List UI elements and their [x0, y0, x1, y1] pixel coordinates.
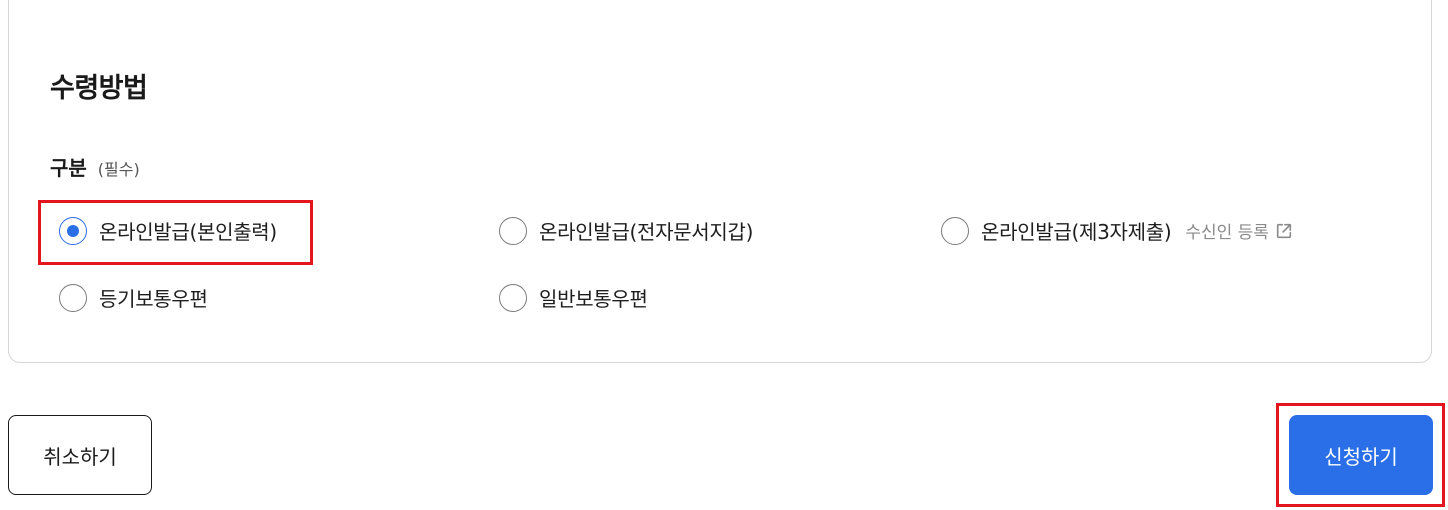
radio-registered-mail[interactable] [59, 283, 87, 312]
required-indicator: (필수) [97, 160, 140, 179]
option-online-self-print[interactable]: 온라인발급(본인출력) [59, 216, 277, 245]
option-label: 온라인발급(본인출력) [99, 220, 277, 244]
radio-online-third-party[interactable] [941, 216, 969, 245]
cancel-button[interactable]: 취소하기 [8, 415, 152, 495]
recipient-register-link[interactable]: 수신인 등록 [1185, 218, 1293, 243]
field-label-text: 구분 [50, 156, 87, 180]
radio-online-self-print[interactable] [59, 216, 87, 245]
recipient-register-label: 수신인 등록 [1185, 223, 1269, 243]
field-label: 구분 (필수) [50, 152, 140, 181]
option-label: 등기보통우편 [99, 287, 208, 311]
external-link-icon [1276, 223, 1292, 238]
radio-online-e-wallet[interactable] [499, 216, 527, 245]
receipt-method-card [8, 0, 1432, 363]
section-title: 수령방법 [50, 73, 148, 104]
option-label: 온라인발급(전자문서지갑) [539, 220, 754, 244]
apply-button[interactable]: 신청하기 [1289, 415, 1433, 495]
radio-regular-mail[interactable] [499, 283, 527, 312]
option-online-third-party[interactable]: 온라인발급(제3자제출) 수신인 등록 [941, 216, 1293, 245]
option-online-e-wallet[interactable]: 온라인발급(전자문서지갑) [499, 216, 753, 245]
option-label: 일반보통우편 [539, 287, 648, 311]
option-label: 온라인발급(제3자제출) [981, 220, 1172, 244]
option-registered-mail[interactable]: 등기보통우편 [59, 283, 208, 312]
option-regular-mail[interactable]: 일반보통우편 [499, 283, 648, 312]
